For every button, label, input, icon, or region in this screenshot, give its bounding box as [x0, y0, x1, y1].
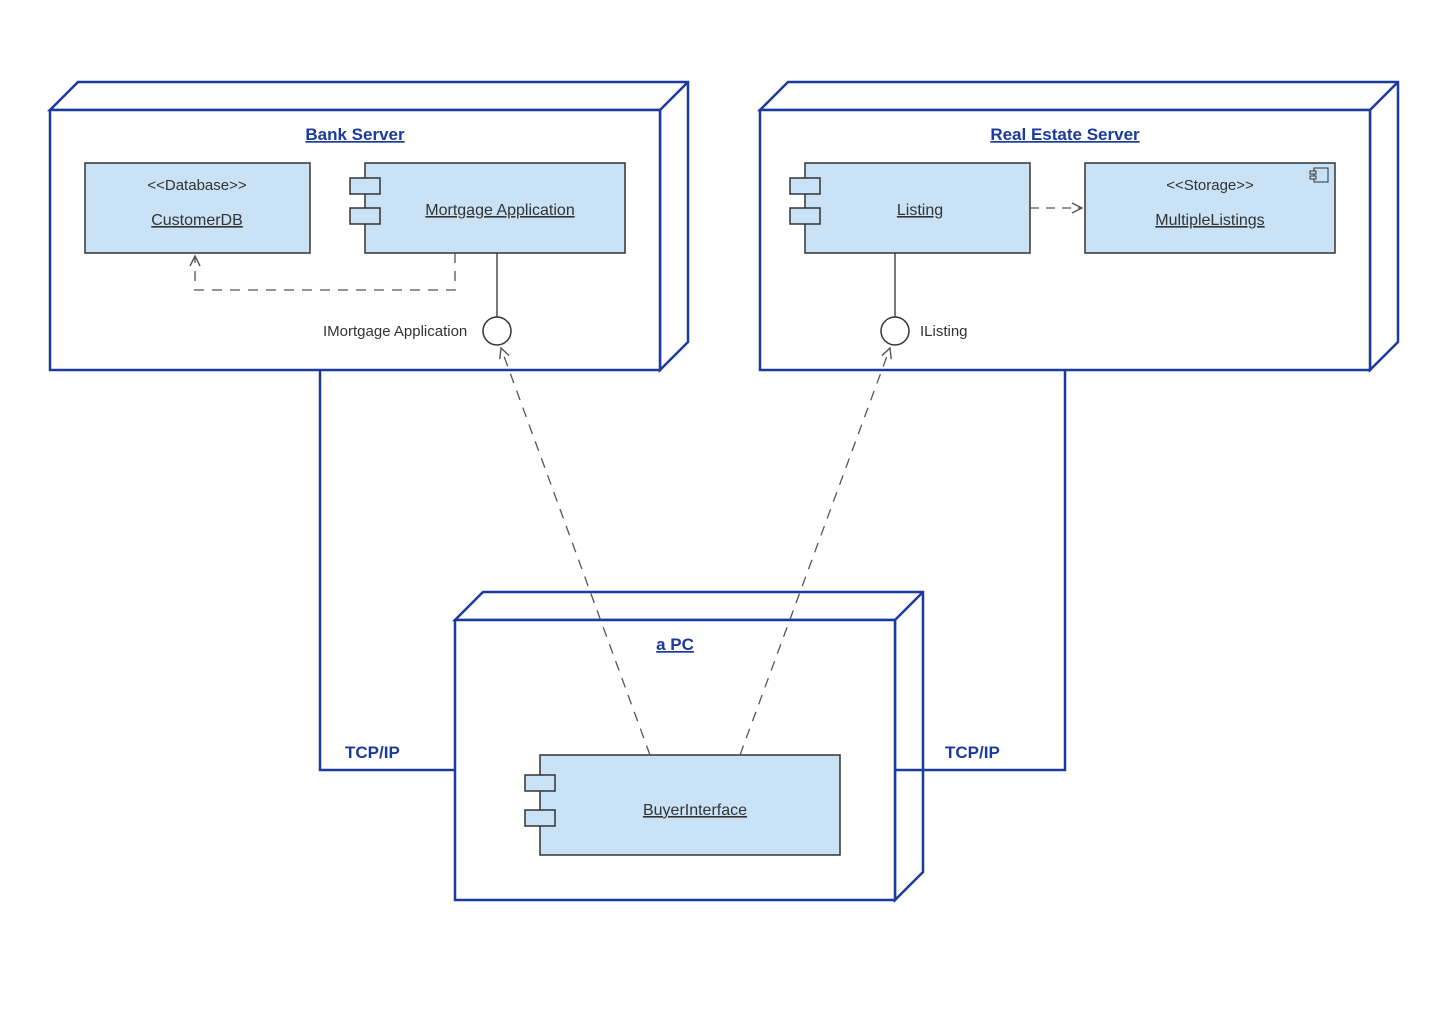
listing-name: Listing	[897, 202, 943, 219]
imortgage-interface-icon	[483, 317, 511, 345]
imortgage-label: IMortgage Application	[323, 323, 467, 340]
mortgage-app-component: Mortgage Application	[350, 163, 625, 253]
multiple-listings-component: <<Storage>> MultipleListings	[1085, 163, 1335, 253]
bank-server-node: Bank Server <<Database>> CustomerDB Mort…	[50, 82, 688, 370]
mortgage-app-name: Mortgage Application	[425, 202, 574, 219]
deployment-diagram: Bank Server <<Database>> CustomerDB Mort…	[0, 0, 1450, 1014]
tcpip-right-label: TCP/IP	[945, 743, 1000, 762]
ilisting-interface-icon	[881, 317, 909, 345]
listing-component: Listing	[790, 163, 1030, 253]
buyer-interface-component: BuyerInterface	[525, 755, 840, 855]
multiple-listings-name: MultipleListings	[1155, 212, 1264, 229]
customer-db-stereotype: <<Database>>	[147, 177, 246, 194]
tcpip-left-label: TCP/IP	[345, 743, 400, 762]
ilisting-label: IListing	[920, 323, 968, 340]
customer-db-component: <<Database>> CustomerDB	[85, 163, 310, 253]
bank-server-title: Bank Server	[305, 125, 405, 144]
buyer-interface-name: BuyerInterface	[643, 802, 747, 819]
pc-node: a PC BuyerInterface	[455, 592, 923, 900]
real-estate-server-title: Real Estate Server	[990, 125, 1140, 144]
real-estate-server-node: Real Estate Server Listing <<Storage>> M…	[760, 82, 1398, 370]
customer-db-name: CustomerDB	[151, 212, 243, 229]
tcpip-left-link	[320, 370, 455, 770]
pc-title: a PC	[656, 635, 694, 654]
multiple-listings-stereotype: <<Storage>>	[1166, 177, 1254, 194]
